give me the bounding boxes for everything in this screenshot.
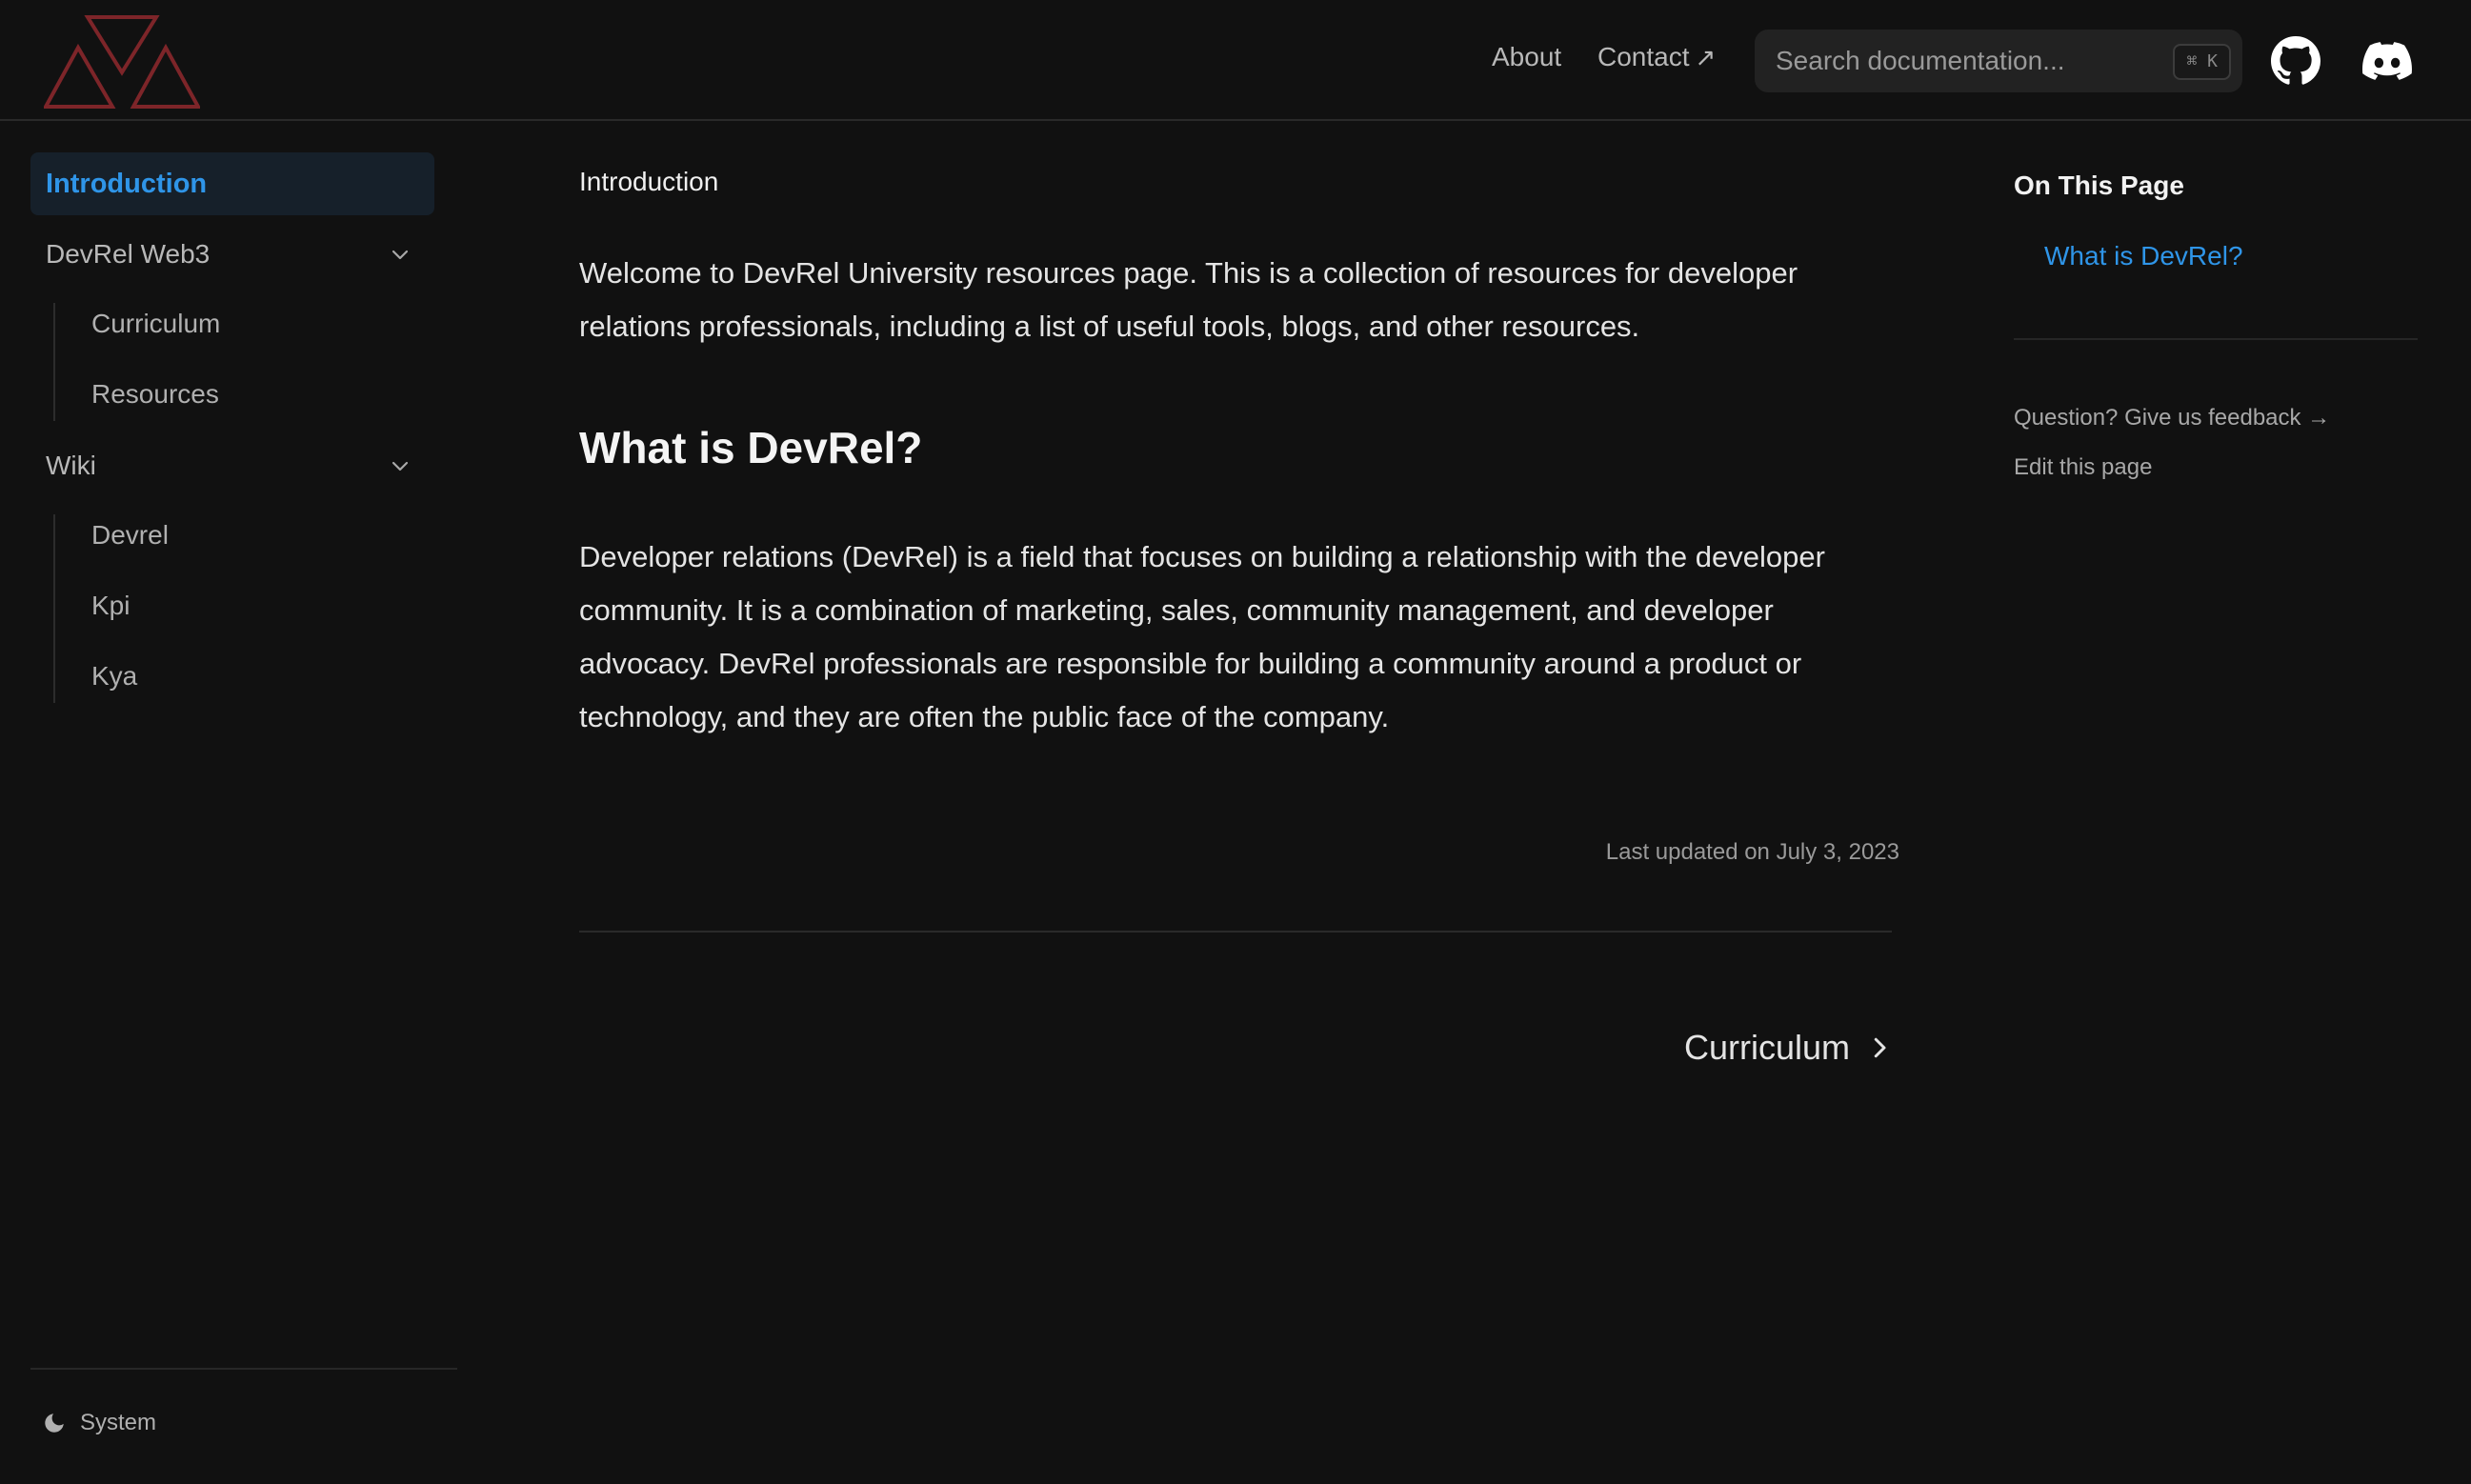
sidebar-tree-line <box>53 514 55 703</box>
toc-link-what-is-devrel[interactable]: What is DevRel? <box>2044 241 2243 271</box>
content-divider <box>579 931 1892 933</box>
theme-toggle-label: System <box>80 1410 157 1435</box>
chevron-down-icon <box>392 250 409 260</box>
top-navbar: About Contact↗ ⌘ K <box>0 0 2471 121</box>
moon-icon <box>45 1414 64 1433</box>
body-paragraph: Developer relations (DevRel) is a field … <box>579 540 1825 733</box>
external-link-icon: ↗ <box>1695 43 1717 71</box>
next-page-link[interactable]: Curriculum <box>1684 1028 1894 1068</box>
section-heading: What is DevRel? <box>579 423 923 472</box>
theme-toggle-button[interactable]: System <box>42 1402 156 1444</box>
sidebar-folder-label: Wiki <box>46 451 96 480</box>
sidebar-tree-line <box>53 303 55 421</box>
toc-title: On This Page <box>2014 170 2184 200</box>
nav-about-link[interactable]: About <box>1492 42 1561 72</box>
edit-page-link[interactable]: Edit this page <box>2014 454 2152 481</box>
sidebar-item-curriculum[interactable]: Curriculum <box>76 298 419 350</box>
nav-contact-label: Contact <box>1597 42 1690 71</box>
github-icon[interactable] <box>2271 36 2320 86</box>
search-box[interactable]: ⌘ K <box>1755 30 2242 92</box>
sidebar-folder-wiki[interactable]: Wiki <box>30 437 434 494</box>
breadcrumb: Introduction <box>579 167 719 196</box>
sidebar-folder-devrel-web3[interactable]: DevRel Web3 <box>30 226 434 283</box>
search-shortcut-badge: ⌘ K <box>2173 44 2231 80</box>
sidebar: Introduction DevRel Web3 Curriculum Reso… <box>0 123 476 1484</box>
sidebar-item-kpi[interactable]: Kpi <box>76 580 419 632</box>
sidebar-folder-label: DevRel Web3 <box>46 239 211 269</box>
sidebar-item-introduction[interactable]: Introduction <box>30 152 434 215</box>
logo-icon[interactable] <box>44 15 200 109</box>
nav-contact-link[interactable]: Contact ↗ <box>1597 42 1716 72</box>
chevron-right-icon <box>1874 1037 1886 1058</box>
feedback-link[interactable]: Question? Give us feedback → <box>2014 405 2330 431</box>
discord-icon[interactable] <box>2362 36 2412 86</box>
sidebar-item-kya[interactable]: Kya <box>76 651 419 702</box>
next-page-label: Curriculum <box>1683 1028 1850 1067</box>
last-updated-text: Last updated on July 3, 2023 <box>1605 839 1899 865</box>
sidebar-item-resources[interactable]: Resources <box>76 369 419 420</box>
chevron-down-icon <box>392 461 409 471</box>
search-input[interactable] <box>1776 30 2138 92</box>
sidebar-item-devrel[interactable]: Devrel <box>76 510 419 561</box>
intro-paragraph: Welcome to DevRel University resources p… <box>579 256 1798 343</box>
toc-divider <box>2014 338 2418 340</box>
sidebar-divider <box>30 1368 457 1370</box>
